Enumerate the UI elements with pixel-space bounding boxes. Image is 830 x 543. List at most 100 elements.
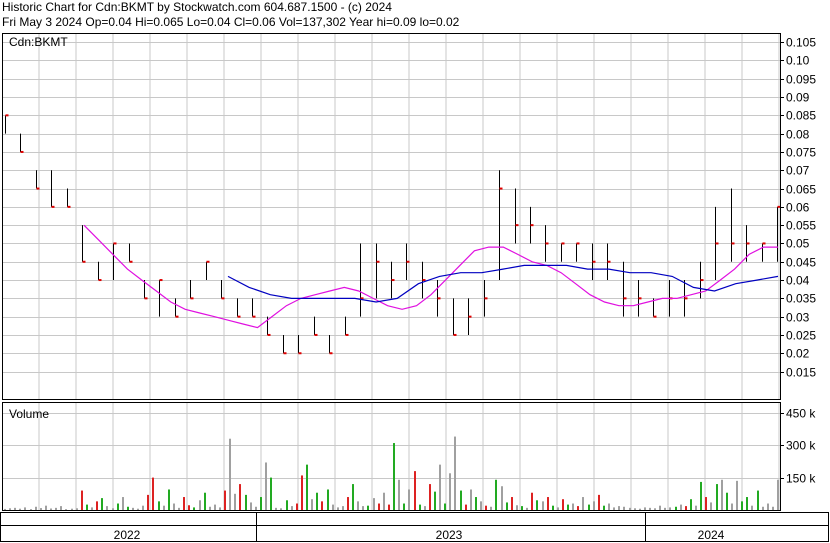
volume-bar xyxy=(721,479,723,510)
ohlc-bar xyxy=(113,242,117,281)
volume-bar xyxy=(327,489,329,510)
volume-bar xyxy=(531,492,533,510)
ohlc-bar xyxy=(376,243,380,299)
volume-axis: 150 k 300 k 450 k xyxy=(780,407,816,486)
volume-bar xyxy=(470,489,472,510)
price-tick-label: 0.07 xyxy=(786,164,810,178)
volume-bar xyxy=(398,479,400,510)
ohlc-bar xyxy=(561,242,565,262)
volume-bar xyxy=(173,503,175,510)
volume-grid xyxy=(2,402,780,510)
volume-bar xyxy=(40,508,42,510)
ohlc-bar xyxy=(545,225,549,262)
volume-bar xyxy=(414,471,416,510)
price-tick-label: 0.045 xyxy=(786,256,816,270)
volume-bar xyxy=(255,506,257,510)
volume-bar xyxy=(158,501,160,510)
ohlc-bar xyxy=(206,260,210,281)
ohlc-bar xyxy=(468,298,472,335)
volume-bar xyxy=(582,497,584,510)
price-tick-label: 0.05 xyxy=(786,237,810,251)
volume-bar xyxy=(716,484,718,510)
volume-bar xyxy=(9,508,11,510)
volume-bar xyxy=(772,506,774,510)
price-tick-label: 0.10 xyxy=(786,54,810,68)
volume-bar xyxy=(685,506,687,510)
volume-bar xyxy=(664,507,666,510)
price-tick-label: 0.105 xyxy=(786,36,816,50)
volume-bar xyxy=(188,505,190,510)
volume-bar xyxy=(275,507,277,510)
ohlc-bar xyxy=(329,334,333,355)
volume-bar xyxy=(76,508,78,510)
volume-bar xyxy=(337,507,339,510)
volume-tick-label: 150 k xyxy=(786,472,816,486)
volume-bar xyxy=(634,508,636,510)
volume-bar xyxy=(101,498,103,510)
ohlc-bar xyxy=(576,242,580,262)
volume-bar xyxy=(454,436,456,510)
volume-bar xyxy=(91,507,93,510)
price-grid xyxy=(2,33,780,399)
ohlc-bar xyxy=(129,243,133,263)
volume-bar xyxy=(654,508,656,510)
volume-bar xyxy=(204,492,206,510)
volume-bar xyxy=(475,497,477,510)
volume-bar xyxy=(178,507,180,510)
ohlc-bar xyxy=(715,206,719,281)
year-label: 2023 xyxy=(436,528,463,542)
volume-bar xyxy=(250,502,252,510)
volume-bar xyxy=(316,492,318,510)
price-tick-label: 0.06 xyxy=(786,201,810,215)
volume-bar xyxy=(695,505,697,510)
year-label: 2022 xyxy=(114,528,141,542)
volume-bar xyxy=(127,506,129,510)
volume-bar xyxy=(567,504,569,510)
ohlc-bar xyxy=(684,280,688,317)
volume-bar xyxy=(434,491,436,510)
volume-bar xyxy=(209,506,211,510)
ohlc-bar xyxy=(20,133,24,153)
volume-bar xyxy=(419,504,421,510)
volume-bar xyxy=(521,506,523,510)
ohlc-bar xyxy=(298,334,302,355)
volume-bar xyxy=(224,490,226,510)
volume-bar xyxy=(536,500,538,510)
volume-bar xyxy=(680,504,682,510)
price-tick-label: 0.025 xyxy=(786,329,816,343)
volume-bar xyxy=(352,484,354,510)
volume-bar xyxy=(183,497,185,510)
volume-bar xyxy=(260,497,262,510)
volume-bar xyxy=(710,502,712,510)
volume-bar xyxy=(741,501,743,510)
volume-bar xyxy=(485,505,487,510)
volume-bar xyxy=(542,501,544,510)
volume-bar xyxy=(106,506,108,510)
ohlc-bar xyxy=(484,280,488,317)
volume-bar xyxy=(378,503,380,510)
volume-bar xyxy=(30,509,32,511)
volume-bar xyxy=(296,503,298,510)
moving-average-lines xyxy=(83,224,779,329)
volume-bar xyxy=(193,507,195,510)
ohlc-bar xyxy=(252,298,256,318)
volume-bar xyxy=(373,498,375,510)
volume-bar xyxy=(96,501,98,510)
short-moving-average-line xyxy=(83,224,778,329)
volume-bar xyxy=(736,480,738,510)
price-tick-label: 0.02 xyxy=(786,347,810,361)
price-tick-label: 0.08 xyxy=(786,128,810,142)
ohlc-bar xyxy=(98,261,102,282)
volume-bar xyxy=(669,507,671,510)
volume-bar xyxy=(547,497,549,510)
volume-bar xyxy=(311,499,313,510)
ohlc-bar xyxy=(422,261,426,299)
volume-bar xyxy=(168,489,170,510)
volume-bar xyxy=(608,503,610,510)
volume-bar xyxy=(490,506,492,510)
volume-bar xyxy=(577,506,579,510)
volume-bar xyxy=(465,504,467,510)
volume-bar xyxy=(163,505,165,510)
volume-bar xyxy=(598,494,600,510)
volume-bar xyxy=(449,473,451,510)
